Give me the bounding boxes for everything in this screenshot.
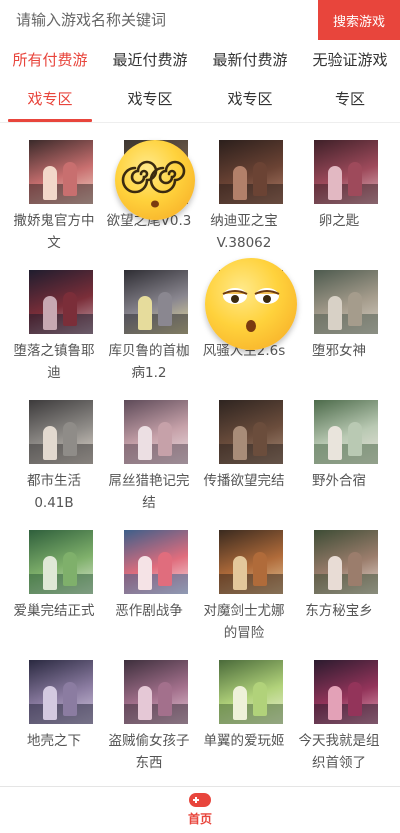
game-item[interactable]: 地壳之下 — [4, 660, 104, 790]
game-cover-image — [219, 660, 283, 724]
game-item[interactable]: 今天我就是组织首领了 — [289, 660, 389, 790]
game-title: 都市生活0.41B — [27, 473, 81, 511]
game-title: 屌丝猎艳记完结 — [108, 473, 190, 511]
bottom-navigation: 首页 — [0, 786, 400, 833]
game-item[interactable]: 恶作剧战争 — [99, 530, 199, 660]
game-cover-image — [219, 530, 283, 594]
subtab-1[interactable]: 戏专区 — [0, 80, 100, 122]
game-item[interactable]: 东方秘宝乡 — [289, 530, 389, 660]
tab-1[interactable]: 所有付费游 — [0, 40, 100, 80]
game-item[interactable]: 盗贼偷女孩子东西 — [99, 660, 199, 790]
game-cover-image — [124, 660, 188, 724]
tired-face-emoji — [205, 258, 297, 350]
search-input[interactable] — [0, 0, 318, 40]
game-title: 传播欲望完结 — [203, 473, 285, 489]
game-item[interactable]: 传播欲望完结 — [194, 400, 294, 530]
game-cover-image — [219, 400, 283, 464]
game-cover-image — [314, 140, 378, 204]
game-title: 单翼的爱玩姬 — [203, 733, 285, 749]
game-item[interactable]: 堕邪女神 — [289, 270, 389, 400]
game-item[interactable]: 卵之匙 — [289, 140, 389, 270]
game-title: 对魔剑士尤娜的冒险 — [203, 603, 285, 641]
game-cover-image — [124, 530, 188, 594]
sub-category-tabs: 戏专区 戏专区 戏专区 专区 — [0, 80, 400, 123]
game-title: 卵之匙 — [318, 213, 360, 229]
game-cover-image — [29, 660, 93, 724]
game-item[interactable]: 单翼的爱玩姬 — [194, 660, 294, 790]
nav-home[interactable]: 首页 — [175, 791, 225, 831]
subtab-3[interactable]: 戏专区 — [200, 80, 300, 122]
game-item[interactable]: 纳迪亚之宝V.38062 — [194, 140, 294, 270]
game-title: 盗贼偷女孩子东西 — [108, 733, 190, 771]
game-title: 爱巢完结正式 — [13, 603, 95, 619]
category-tabs: 所有付费游 最近付费游 最新付费游 无验证游戏 — [0, 40, 400, 80]
game-item[interactable]: 都市生活0.41B — [4, 400, 104, 530]
subtab-2[interactable]: 戏专区 — [100, 80, 200, 122]
game-item[interactable]: 野外合宿 — [289, 400, 389, 530]
nav-home-label: 首页 — [187, 812, 212, 826]
game-title: 堕邪女神 — [312, 343, 366, 359]
game-title: 库贝鲁的首枷病1.2 — [108, 343, 190, 381]
game-cover-image — [124, 270, 188, 334]
dizzy-face-emoji — [115, 140, 195, 220]
game-cover-image — [219, 140, 283, 204]
game-cover-image — [314, 270, 378, 334]
game-cover-image — [124, 400, 188, 464]
tab-3[interactable]: 最新付费游 — [200, 40, 300, 80]
search-bar: 搜索游戏 — [0, 0, 400, 40]
game-title: 今天我就是组织首领了 — [298, 733, 380, 771]
game-cover-image — [29, 400, 93, 464]
gamepad-icon — [189, 793, 211, 807]
tab-2[interactable]: 最近付费游 — [100, 40, 200, 80]
tab-4[interactable]: 无验证游戏 — [300, 40, 400, 80]
game-item[interactable]: 对魔剑士尤娜的冒险 — [194, 530, 294, 660]
game-title: 东方秘宝乡 — [305, 603, 373, 619]
game-cover-image — [314, 400, 378, 464]
game-cover-image — [29, 270, 93, 334]
game-item[interactable]: 堕落之镇鲁耶迪 — [4, 270, 104, 400]
subtab-4[interactable]: 专区 — [300, 80, 400, 122]
game-cover-image — [29, 530, 93, 594]
game-cover-image — [314, 660, 378, 724]
game-cover-image — [29, 140, 93, 204]
game-title: 野外合宿 — [312, 473, 366, 489]
game-title: 撒娇鬼官方中文 — [13, 213, 95, 251]
game-item[interactable]: 屌丝猎艳记完结 — [99, 400, 199, 530]
game-item[interactable]: 爱巢完结正式 — [4, 530, 104, 660]
game-title: 地壳之下 — [27, 733, 81, 749]
game-title: 纳迪亚之宝V.38062 — [210, 213, 278, 251]
game-title: 堕落之镇鲁耶迪 — [13, 343, 95, 381]
game-cover-image — [314, 530, 378, 594]
game-item[interactable]: 库贝鲁的首枷病1.2 — [99, 270, 199, 400]
game-item[interactable]: 撒娇鬼官方中文 — [4, 140, 104, 270]
search-button[interactable]: 搜索游戏 — [318, 0, 400, 40]
game-title: 恶作剧战争 — [115, 603, 183, 619]
